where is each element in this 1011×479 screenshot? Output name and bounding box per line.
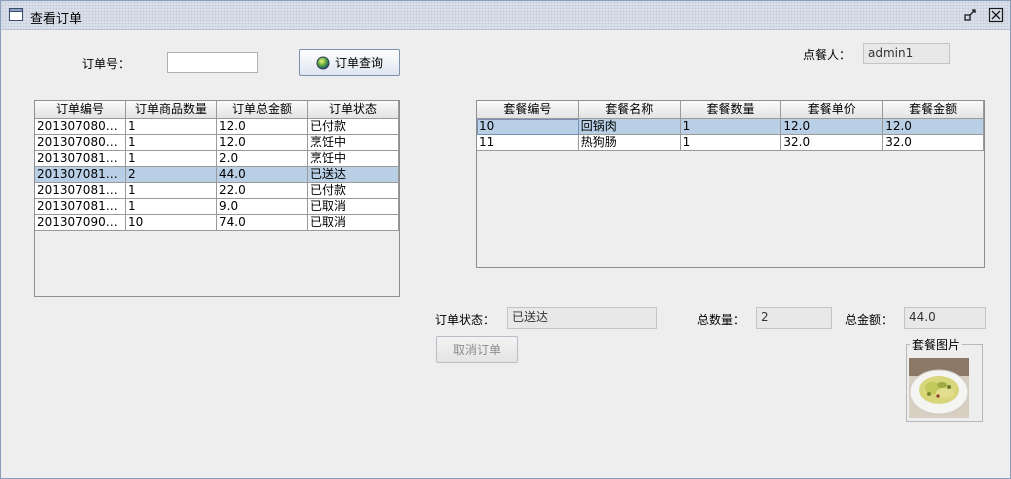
table-cell[interactable]: 20130709082... [35,215,126,231]
total-qty-field: 2 [756,307,832,329]
table-cell[interactable]: 1 [680,119,782,135]
orderer-label: 点餐人： [803,48,852,62]
table-row[interactable]: 10 回锅肉 1 12.0 12.0 [477,119,984,135]
items-col-header[interactable]: 套餐名称 [578,101,681,119]
table-cell[interactable]: 20130708115... [35,151,126,167]
table-cell[interactable]: 已付款 [308,183,399,199]
table-cell[interactable]: 1 [126,119,217,135]
table-row[interactable]: 20130708115... 1 22.0 已付款 [35,183,399,199]
table-cell[interactable]: 热狗肠 [578,135,681,151]
window-icon [9,8,23,21]
dish-photo [909,358,969,418]
table-cell[interactable]: 12.0 [781,119,884,135]
order-query-button[interactable]: 订单查询 [299,49,400,76]
cancel-order-button[interactable]: 取消订单 [436,336,518,363]
order-window: 查看订单 订单号： 订单查询 点餐人： admin1 订单编号订单商品数量 订单… [0,0,1011,479]
table-cell[interactable]: 22.0 [217,183,308,199]
items-table-body: 10 回锅肉 1 12.0 12.0 11 热狗肠 1 32.0 32.0 [477,119,984,151]
total-amount-label: 总金额： [845,313,894,327]
table-cell[interactable]: 烹饪中 [308,151,399,167]
table-row[interactable]: 20130708121... 1 9.0 已取消 [35,199,399,215]
table-row[interactable]: 20130708115... 1 2.0 烹饪中 [35,151,399,167]
items-col-header[interactable]: 套餐数量 [680,101,782,119]
items-col-header[interactable]: 套餐金额 [883,101,984,119]
table-cell[interactable]: 烹饪中 [308,135,399,151]
table-cell[interactable]: 10 [477,119,579,135]
dish-image-panel: 套餐图片 [906,336,983,422]
orderer-field: admin1 [863,43,950,64]
table-cell[interactable]: 2.0 [217,151,308,167]
table-cell[interactable]: 20130708121... [35,199,126,215]
table-row[interactable]: 20130709082... 10 74.0 已取消 [35,215,399,231]
table-cell[interactable]: 2 [126,167,217,183]
items-col-header[interactable]: 套餐单价 [781,101,884,119]
restore-icon[interactable] [962,7,978,23]
table-cell[interactable]: 9.0 [217,199,308,215]
dish-image-title: 套餐图片 [910,336,963,353]
close-icon[interactable] [988,7,1004,23]
orders-col-header[interactable]: 订单商品数量 [126,101,217,119]
items-table: 套餐编号 套餐名称 套餐数量 套餐单价 套餐金额 10 回锅肉 1 12.0 12.0 11 热狗肠… [476,100,985,268]
table-cell[interactable]: 已取消 [308,199,399,215]
order-status-label: 订单状态： [435,313,496,327]
table-cell[interactable]: 32.0 [781,135,884,151]
table-cell[interactable]: 32.0 [883,135,984,151]
table-cell[interactable]: 1 [680,135,782,151]
table-cell[interactable]: 20130708115... [35,167,126,183]
order-query-label: 订单查询 [334,56,383,70]
orders-col-header[interactable]: 订单总金额 [217,101,308,119]
table-cell[interactable]: 11 [477,135,579,151]
table-cell[interactable]: 回锅肉 [578,119,681,135]
orders-col-header[interactable]: 订单状态 [308,101,399,119]
table-cell[interactable]: 20130708115... [35,183,126,199]
table-row[interactable]: 11 热狗肠 1 32.0 32.0 [477,135,984,151]
orders-table-header: 订单编号 订单商品数量 订单总金额 订单状态 [35,101,399,119]
items-col-header[interactable]: 套餐编号 [477,101,579,119]
total-amount-field: 44.0 [904,307,986,329]
table-cell[interactable]: 已取消 [308,215,399,231]
globe-icon [316,56,330,69]
table-cell[interactable]: 20130708021... [35,135,126,151]
title-bar: 查看订单 [1,1,1010,30]
table-cell[interactable]: 12.0 [883,119,984,135]
table-cell[interactable]: 20130708001... [35,119,126,135]
total-qty-label: 总数量： [697,313,746,327]
table-cell[interactable]: 已付款 [308,119,399,135]
table-cell[interactable]: 1 [126,183,217,199]
table-cell[interactable]: 已送达 [308,167,399,183]
table-cell[interactable]: 10 [126,215,217,231]
table-cell[interactable]: 44.0 [217,167,308,183]
orders-table: 订单编号 订单商品数量 订单总金额 订单状态 20130708001... 1 12.0 已… [34,100,400,297]
table-row[interactable]: 20130708021... 1 12.0 烹饪中 [35,135,399,151]
table-cell[interactable]: 1 [126,199,217,215]
order-status-field: 已送达 [507,307,657,329]
table-cell[interactable]: 1 [126,135,217,151]
table-row[interactable]: 20130708001... 1 12.0 已付款 [35,119,399,135]
table-cell[interactable]: 12.0 [217,119,308,135]
order-no-input[interactable] [167,52,258,73]
table-cell[interactable]: 12.0 [217,135,308,151]
table-row[interactable]: 20130708115... 2 44.0 已送达 [35,167,399,183]
table-cell[interactable]: 1 [126,151,217,167]
orders-col-header[interactable]: 订单编号 [35,101,126,119]
window-title: 查看订单 [30,12,83,27]
table-cell[interactable]: 74.0 [217,215,308,231]
orders-table-body: 20130708001... 1 12.0 已付款 20130708021... 1 12.… [35,119,399,231]
items-table-header: 套餐编号 套餐名称 套餐数量 套餐单价 套餐金额 [477,101,984,119]
order-no-label: 订单号： [82,57,131,71]
